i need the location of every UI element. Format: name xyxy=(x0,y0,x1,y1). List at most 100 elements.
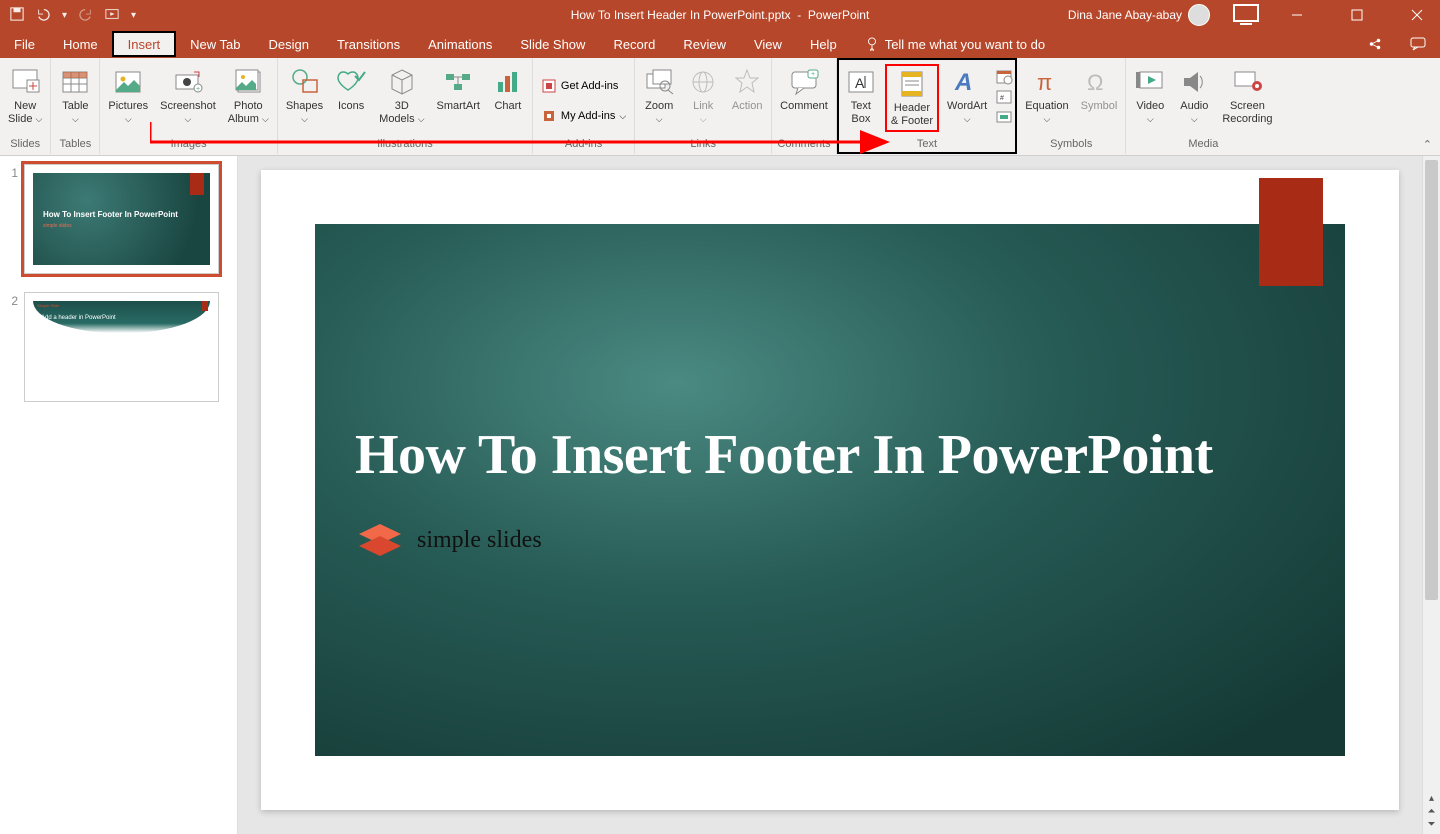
tab-animations[interactable]: Animations xyxy=(414,30,506,58)
group-slides: New Slide ⌵ Slides xyxy=(0,58,51,154)
scrollbar-thumb[interactable] xyxy=(1425,160,1438,600)
screenshot-button[interactable]: +Screenshot⌵ xyxy=(156,64,220,128)
group-label-slides: Slides xyxy=(4,138,46,152)
svg-text:+: + xyxy=(811,71,815,78)
group-label-images: Images xyxy=(104,138,272,152)
vertical-scrollbar[interactable]: ▴ ⏶ ⏷ xyxy=(1422,156,1440,834)
window-title: How To Insert Header In PowerPoint.pptx … xyxy=(571,8,870,22)
slide-title: How To Insert Footer In PowerPoint xyxy=(355,420,1305,490)
audio-icon xyxy=(1178,66,1210,98)
shapes-button[interactable]: Shapes⌵ xyxy=(282,64,327,128)
table-icon xyxy=(59,66,91,98)
maximize-button[interactable] xyxy=(1334,0,1380,30)
ribbon-tabs: File Home Insert New Tab Design Transiti… xyxy=(0,30,1440,58)
tell-me-search[interactable]: Tell me what you want to do xyxy=(865,30,1045,58)
new-slide-icon xyxy=(9,66,41,98)
header-footer-button[interactable]: Header & Footer xyxy=(885,64,939,132)
video-icon xyxy=(1134,66,1166,98)
prev-slide-double-icon[interactable]: ⏶ xyxy=(1428,806,1436,817)
workspace: 1 How To Insert Footer In PowerPoint sim… xyxy=(0,156,1440,834)
wordart-button[interactable]: AWordArt⌵ xyxy=(943,64,991,128)
thumbnail-1[interactable]: 1 How To Insert Footer In PowerPoint sim… xyxy=(8,164,229,274)
minimize-button[interactable] xyxy=(1274,0,1320,30)
close-button[interactable] xyxy=(1394,0,1440,30)
save-icon[interactable] xyxy=(10,7,24,24)
group-comments: +Comment Comments xyxy=(772,58,837,154)
tab-view[interactable]: View xyxy=(740,30,796,58)
redo-icon[interactable] xyxy=(79,7,93,24)
slide-number-button[interactable]: # xyxy=(995,88,1013,106)
pictures-button[interactable]: Pictures⌵ xyxy=(104,64,152,128)
undo-dropdown-icon[interactable]: ▾ xyxy=(62,10,67,21)
slide-bookmark xyxy=(1259,178,1323,286)
3d-models-icon xyxy=(386,66,418,98)
start-from-beginning-icon[interactable] xyxy=(105,7,119,24)
tab-file[interactable]: File xyxy=(0,30,49,58)
group-label-illustrations: Illustrations xyxy=(282,138,528,152)
thumbnail-2[interactable]: 2 Simple Slide Add a header in PowerPoin… xyxy=(8,292,229,402)
my-addins-button[interactable]: My Add-ins ⌵ xyxy=(537,106,630,126)
shapes-icon xyxy=(289,66,321,98)
audio-button[interactable]: Audio⌵ xyxy=(1174,64,1214,128)
new-slide-button[interactable]: New Slide ⌵ xyxy=(4,64,46,128)
tab-review[interactable]: Review xyxy=(669,30,740,58)
screenshot-icon: + xyxy=(172,66,204,98)
ribbon-display-icon[interactable] xyxy=(1232,1,1260,29)
slide-canvas[interactable]: How To Insert Footer In PowerPoint simpl… xyxy=(261,170,1399,810)
share-button[interactable] xyxy=(1354,30,1396,58)
symbol-button: ΩSymbol xyxy=(1077,64,1122,115)
object-button[interactable] xyxy=(995,108,1013,126)
get-addins-button[interactable]: Get Add-ins xyxy=(537,76,622,96)
tab-newtab[interactable]: New Tab xyxy=(176,30,254,58)
comment-button[interactable]: +Comment xyxy=(776,64,832,115)
link-button: Link⌵ xyxy=(683,64,723,128)
title-bar: ▾ ▾ How To Insert Header In PowerPoint.p… xyxy=(0,0,1440,30)
tab-help[interactable]: Help xyxy=(796,30,851,58)
svg-text:A: A xyxy=(855,75,865,91)
tab-transitions[interactable]: Transitions xyxy=(323,30,414,58)
chart-button[interactable]: Chart xyxy=(488,64,528,115)
zoom-button[interactable]: Zoom⌵ xyxy=(639,64,679,128)
avatar xyxy=(1188,4,1210,26)
tab-slideshow[interactable]: Slide Show xyxy=(506,30,599,58)
slide-editor: How To Insert Footer In PowerPoint simpl… xyxy=(238,156,1422,834)
photo-album-button[interactable]: Photo Album ⌵ xyxy=(224,64,273,128)
action-icon xyxy=(731,66,763,98)
screen-recording-button[interactable]: Screen Recording xyxy=(1218,64,1276,128)
group-symbols: πEquation⌵ ΩSymbol Symbols xyxy=(1017,58,1126,154)
qat-more-icon[interactable]: ▾ xyxy=(131,10,136,21)
smartart-button[interactable]: SmartArt xyxy=(433,64,484,115)
svg-text:+: + xyxy=(196,86,200,93)
table-button[interactable]: Table⌵ xyxy=(55,64,95,128)
quick-access-toolbar: ▾ ▾ xyxy=(0,7,146,24)
group-links: Zoom⌵ Link⌵ Action Links xyxy=(635,58,772,154)
group-label-media: Media xyxy=(1130,138,1276,152)
brand-logo-icon xyxy=(355,520,405,560)
comments-button[interactable] xyxy=(1396,30,1440,58)
icons-icon xyxy=(335,66,367,98)
tab-insert[interactable]: Insert xyxy=(112,31,177,57)
date-time-button[interactable] xyxy=(995,68,1013,86)
user-account[interactable]: Dina Jane Abay-abay xyxy=(1068,4,1218,26)
smartart-icon xyxy=(442,66,474,98)
group-tables: Table⌵ Tables xyxy=(51,58,100,154)
group-addins: Get Add-ins My Add-ins ⌵ Add-ins xyxy=(533,58,635,154)
collapse-ribbon-icon[interactable]: ⌃ xyxy=(1423,138,1432,151)
text-box-button[interactable]: AText Box xyxy=(841,64,881,128)
prev-slide-icon[interactable]: ▴ xyxy=(1429,793,1434,804)
icons-button[interactable]: Icons xyxy=(331,64,371,115)
tab-home[interactable]: Home xyxy=(49,30,112,58)
next-slide-double-icon[interactable]: ⏷ xyxy=(1428,819,1436,830)
svg-text:#: # xyxy=(1000,95,1004,102)
video-button[interactable]: Video⌵ xyxy=(1130,64,1170,128)
group-illustrations: Shapes⌵ Icons 3D Models ⌵ SmartArt Chart… xyxy=(278,58,533,154)
undo-icon[interactable] xyxy=(36,7,50,24)
tab-record[interactable]: Record xyxy=(599,30,669,58)
equation-icon: π xyxy=(1031,66,1063,98)
tab-design[interactable]: Design xyxy=(255,30,323,58)
equation-button[interactable]: πEquation⌵ xyxy=(1021,64,1072,128)
group-label-text: Text xyxy=(841,138,1013,152)
3d-models-button[interactable]: 3D Models ⌵ xyxy=(375,64,428,128)
group-images: Pictures⌵ +Screenshot⌵ Photo Album ⌵ Ima… xyxy=(100,58,277,154)
group-label-symbols: Symbols xyxy=(1021,138,1121,152)
